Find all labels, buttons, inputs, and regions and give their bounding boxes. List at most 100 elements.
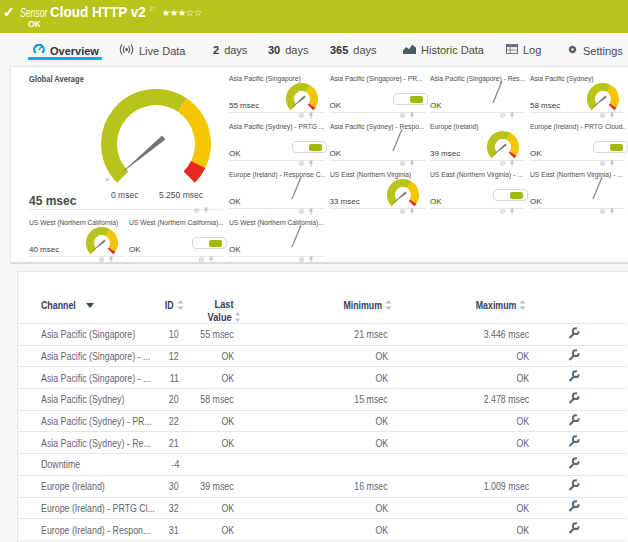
table-row: Asia Pacific (Singapore) - ...12OKOKOK bbox=[18, 345, 627, 367]
table-row: Europe (Ireland)3039 msec16 msec1.009 ms… bbox=[18, 475, 627, 497]
tab-settings[interactable]: Settings bbox=[567, 44, 623, 57]
tab-historic-data[interactable]: Historic Data bbox=[403, 44, 484, 56]
gear-icon[interactable] bbox=[399, 201, 406, 219]
cell-minimum: OK bbox=[258, 432, 399, 454]
gauge-cell[interactable]: Asia Pacific (Singapore) - PR...OK bbox=[330, 71, 427, 119]
gear-icon[interactable] bbox=[198, 249, 205, 267]
channel-title: Asia Pacific (Sydney) - Respo... bbox=[330, 122, 426, 131]
cell-id: 31 bbox=[163, 519, 190, 541]
gauges-panel: Global Average × 0 msec 5.250 msec 45 ms… bbox=[10, 66, 628, 264]
sensor-title: Cloud HTTP v2 bbox=[50, 4, 146, 20]
gear-icon[interactable] bbox=[298, 249, 305, 267]
gear-icon[interactable] bbox=[98, 249, 105, 267]
channel-title: Asia Pacific (Singapore) - PR... bbox=[330, 74, 426, 83]
pin-icon[interactable] bbox=[509, 201, 515, 219]
gear-icon[interactable] bbox=[599, 201, 606, 219]
tab-live-data[interactable]: Live Data bbox=[119, 44, 185, 57]
channel-value: OK bbox=[430, 101, 442, 110]
gauge-cell[interactable]: US East (Northern Virginia)33 msec bbox=[330, 167, 427, 215]
cell-channel[interactable]: Asia Pacific (Sydney) - PR... bbox=[18, 410, 163, 432]
gauge-cell[interactable]: Europe (Ireland)39 msec bbox=[430, 119, 527, 167]
channel-value: OK bbox=[229, 245, 241, 254]
cell-channel[interactable]: Asia Pacific (Sydney) - Re... bbox=[18, 432, 163, 454]
cell-actions bbox=[535, 410, 627, 432]
cell-channel[interactable]: Asia Pacific (Sydney) bbox=[18, 389, 163, 411]
channel-value: OK bbox=[229, 197, 241, 206]
channel-value: 40 msec bbox=[29, 245, 59, 254]
cell-actions bbox=[535, 345, 627, 367]
active-tab-underline bbox=[28, 57, 102, 60]
pin-icon[interactable] bbox=[108, 249, 114, 267]
sensor-header: ✓ Sensor Cloud HTTP v2 ⚐ ★★★☆☆ OK bbox=[0, 0, 628, 33]
cell-channel[interactable]: Asia Pacific (Singapore) - ... bbox=[18, 367, 163, 389]
column-header-last-value[interactable]: Last Value bbox=[190, 272, 258, 324]
channel-value: OK bbox=[530, 149, 542, 158]
column-header-actions bbox=[535, 272, 627, 324]
column-header-channel[interactable]: Channel bbox=[18, 272, 163, 324]
cell-minimum: OK bbox=[258, 345, 399, 367]
cell-minimum: OK bbox=[258, 519, 399, 541]
gauge-cell[interactable]: US West (Northern California)...OK bbox=[129, 215, 226, 263]
gauge-cell[interactable]: Asia Pacific (Sydney)58 msec bbox=[530, 71, 627, 119]
tab-2-days[interactable]: 2days bbox=[213, 44, 247, 56]
gauge-cell[interactable]: Asia Pacific (Sydney) - PRTG ...OK bbox=[229, 119, 326, 167]
channel-value: 33 msec bbox=[330, 197, 360, 206]
gauge-cell[interactable]: US West (Northern California)...OK bbox=[229, 215, 326, 263]
cell-channel[interactable]: Europe (Ireland) bbox=[18, 475, 163, 497]
column-header-minimum[interactable]: Minimum bbox=[258, 272, 399, 324]
wrench-icon[interactable] bbox=[567, 482, 580, 494]
cell-maximum: 1.009 msec bbox=[399, 475, 535, 497]
gear-icon[interactable] bbox=[499, 201, 506, 219]
pin-icon[interactable] bbox=[609, 201, 615, 219]
wrench-icon[interactable] bbox=[567, 417, 580, 429]
cell-minimum: OK bbox=[258, 410, 399, 432]
tab-label: Log bbox=[523, 44, 541, 56]
gauge-cell[interactable]: Asia Pacific (Singapore) - Res...OK bbox=[430, 71, 527, 119]
flag-icon[interactable]: ⚐ bbox=[149, 5, 156, 14]
wrench-icon[interactable] bbox=[567, 438, 580, 450]
wrench-icon[interactable] bbox=[567, 395, 580, 407]
cell-channel[interactable]: Europe (Ireland) - Respon... bbox=[18, 519, 163, 541]
cell-id: 10 bbox=[163, 324, 190, 346]
wrench-icon[interactable] bbox=[567, 525, 580, 537]
gauge-cell[interactable]: US West (Northern California)40 msec bbox=[29, 215, 126, 263]
cell-last-value: 58 msec bbox=[190, 389, 258, 411]
pin-icon[interactable] bbox=[308, 249, 314, 267]
cell-last-value: OK bbox=[190, 497, 258, 519]
gauge-cell[interactable]: US East (Northern Virginia) - ...OK bbox=[430, 167, 527, 215]
gauge-cell[interactable]: Asia Pacific (Sydney) - Respo...OK bbox=[330, 119, 427, 167]
column-header-maximum[interactable]: Maximum bbox=[399, 272, 535, 324]
wrench-icon[interactable] bbox=[567, 352, 580, 364]
cell-channel[interactable]: Asia Pacific (Singapore) bbox=[18, 324, 163, 346]
priority-stars[interactable]: ★★★☆☆ bbox=[162, 7, 202, 18]
pin-icon[interactable] bbox=[409, 201, 415, 219]
gauge-value: 45 msec bbox=[29, 194, 76, 208]
cell-channel[interactable]: Downtime bbox=[18, 454, 163, 476]
pin-icon[interactable] bbox=[208, 249, 214, 267]
gauge-cell[interactable]: Asia Pacific (Singapore)55 msec bbox=[229, 71, 326, 119]
wrench-icon[interactable] bbox=[567, 373, 580, 385]
wrench-icon[interactable] bbox=[567, 503, 580, 515]
wrench-icon[interactable] bbox=[567, 460, 580, 472]
status-check-icon: ✓ bbox=[3, 4, 15, 20]
tab-log[interactable]: Log bbox=[506, 44, 541, 56]
gauge-cell[interactable]: Europe (Ireland) - PRTG Cloud...OK bbox=[530, 119, 627, 167]
global-average-gauge: × bbox=[96, 89, 216, 185]
cell-channel[interactable]: Asia Pacific (Singapore) - ... bbox=[18, 345, 163, 367]
channel-value: 55 msec bbox=[229, 101, 259, 110]
tab-30-days[interactable]: 30days bbox=[268, 44, 309, 56]
column-header-id[interactable]: ID bbox=[163, 272, 190, 324]
tab-365-days[interactable]: 365days bbox=[330, 44, 377, 56]
gauge-cell-global-average[interactable]: Global Average × 0 msec 5.250 msec 45 ms… bbox=[29, 71, 223, 209]
gauge-scale-min: 0 msec bbox=[111, 190, 138, 200]
cell-maximum: 3.446 msec bbox=[399, 324, 535, 346]
gauge-cell[interactable]: US East (Northern Virginia) - ...OK bbox=[530, 167, 627, 215]
cell-channel[interactable]: Europe (Ireland) - PRTG Cl... bbox=[18, 497, 163, 519]
tab-overview[interactable]: Overview bbox=[33, 44, 99, 57]
table-row: Asia Pacific (Sydney) - PR...22OKOKOK bbox=[18, 410, 627, 432]
gauge-cell[interactable]: Europe (Ireland) - Response C...OK bbox=[229, 167, 326, 215]
wrench-icon[interactable] bbox=[567, 330, 580, 342]
cell-last-value bbox=[190, 454, 258, 476]
channel-title: Asia Pacific (Sydney) - PRTG ... bbox=[229, 122, 325, 131]
cell-actions bbox=[535, 475, 627, 497]
